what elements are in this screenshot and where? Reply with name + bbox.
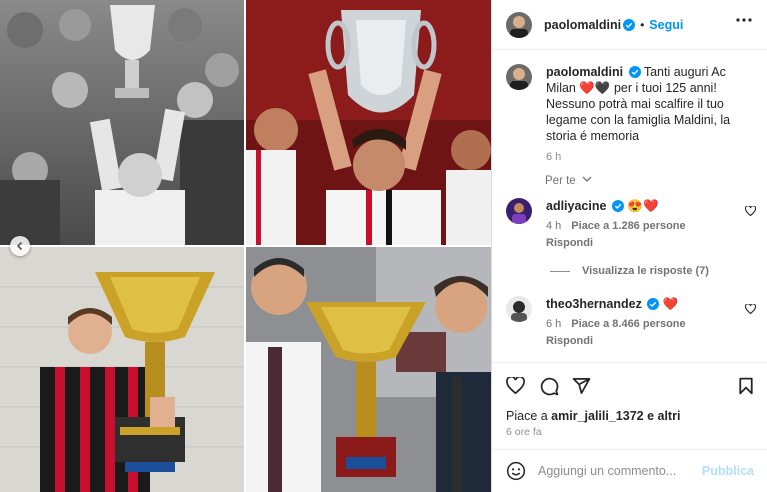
comment-time: 6 h	[546, 318, 562, 330]
publish-button[interactable]: Pubblica	[702, 464, 754, 478]
heart-icon[interactable]	[506, 377, 525, 394]
verified-badge-icon	[623, 18, 636, 31]
comment-item: adliyacine 😍❤️ 4 h Piace a 1.286 persone…	[506, 198, 756, 249]
caption-username[interactable]: paolomaldini	[546, 65, 623, 79]
author-username[interactable]: paolomaldini	[544, 18, 621, 32]
more-options-icon[interactable]	[736, 18, 752, 22]
comment-input[interactable]	[538, 464, 698, 478]
comment-likes-count[interactable]: Piace a 1.286 persone	[571, 220, 685, 232]
translation-toggle[interactable]: Per te	[545, 175, 592, 187]
commenter-avatar[interactable]	[506, 296, 532, 322]
post-header: paolomaldini • Segui	[492, 0, 767, 50]
photo-champions-trophy-lift	[246, 0, 491, 245]
emoji-icon[interactable]	[506, 461, 526, 481]
follow-button[interactable]: Segui	[649, 18, 683, 32]
comment-item: theo3hernandez ❤️ 6 h Piace a 8.466 pers…	[506, 296, 756, 347]
chevron-left-icon	[16, 241, 23, 251]
view-replies-button[interactable]: Visualizza le risposte (7)	[550, 265, 709, 277]
commenter-avatar[interactable]	[506, 198, 532, 224]
chevron-down-icon	[582, 176, 592, 182]
post-details-panel: paolomaldini • Segui paolomaldini Tanti …	[491, 0, 767, 492]
comment-like-heart-icon[interactable]	[745, 304, 756, 314]
reply-button[interactable]: Rispondi	[546, 237, 731, 249]
post-age: 6 ore fa	[506, 426, 542, 438]
comment-like-heart-icon[interactable]	[745, 206, 756, 216]
caption-time: 6 h	[546, 151, 562, 163]
comment-text: 😍❤️	[627, 199, 659, 213]
likes-summary: Piace a amir_jalili_1372 e altri	[506, 409, 680, 423]
verified-badge-icon	[647, 298, 660, 310]
caption-author-avatar[interactable]	[506, 64, 532, 90]
replies-divider	[550, 270, 570, 272]
author-avatar[interactable]	[506, 11, 532, 38]
photo-vintage-trophy-lift	[0, 0, 244, 245]
view-replies-label: Visualizza le risposte (7)	[582, 265, 709, 277]
header-separator: •	[640, 17, 645, 32]
post-caption: paolomaldini Tanti auguri Ac Milan ❤️🖤 p…	[506, 64, 756, 165]
commenter-username[interactable]: theo3hernandez	[546, 297, 642, 311]
likes-others-link[interactable]: e altri	[644, 409, 680, 423]
comment-icon[interactable]	[540, 377, 559, 396]
comment-likes-count[interactable]: Piace a 8.466 persone	[571, 318, 685, 330]
likes-prefix: Piace a	[506, 409, 552, 423]
post-actions-bar	[492, 362, 767, 400]
commenter-username[interactable]: adliyacine	[546, 199, 606, 213]
photo-two-men-scudetto	[246, 247, 491, 492]
comment-time: 4 h	[546, 220, 562, 232]
reply-button[interactable]: Rispondi	[546, 335, 731, 347]
share-icon[interactable]	[572, 377, 591, 395]
verified-badge-icon	[611, 200, 624, 212]
verified-badge-icon	[628, 66, 641, 78]
comment-text: ❤️	[662, 297, 679, 311]
photo-young-player-scudetto	[0, 247, 244, 492]
translation-label: Per te	[545, 175, 576, 187]
bookmark-icon[interactable]	[738, 377, 754, 395]
likes-user-link[interactable]: amir_jalili_1372	[551, 409, 643, 423]
carousel-prev-button[interactable]	[10, 236, 30, 256]
post-media-carousel[interactable]	[0, 0, 491, 492]
comment-composer: Pubblica	[492, 449, 767, 492]
